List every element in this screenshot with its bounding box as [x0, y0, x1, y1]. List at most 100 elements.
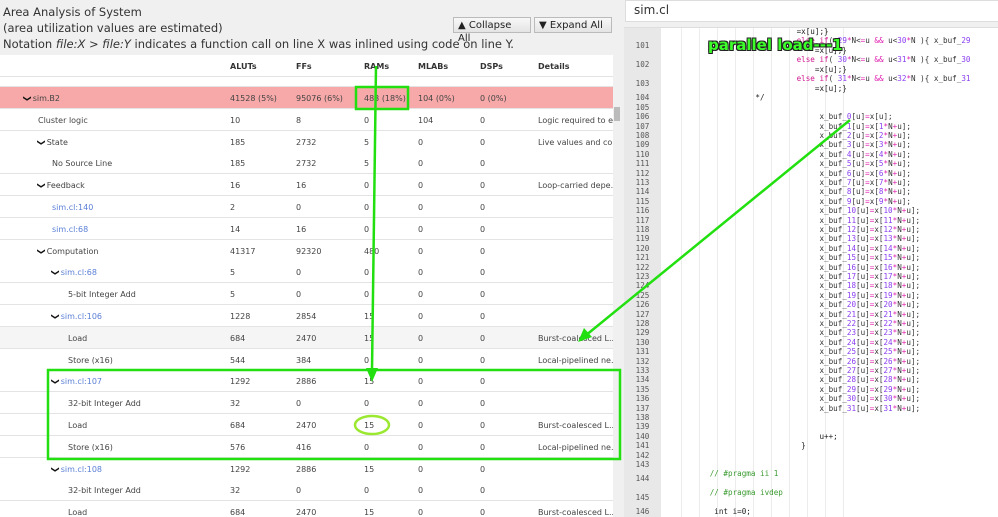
expand-all-button[interactable]: ▼ Expand All [534, 17, 612, 33]
column-header[interactable]: RAMs [364, 62, 389, 71]
table-row[interactable]: ❯sim.B2 41528 (5%) 95076 (6%) 483 (18%) 104 … [0, 87, 613, 109]
collapse-all-button[interactable]: ▲ Collapse All [453, 17, 531, 44]
code-text: x_buf_28[u]=x[28*N+u]; [664, 375, 921, 385]
cell-aluts: 1292 [230, 377, 251, 387]
row-name[interactable]: sim.cl:68 [52, 225, 88, 234]
code-text-wrapped: =x[u];} [664, 83, 847, 93]
line-number: 111 [635, 159, 650, 169]
cell-mlabs: 0 [418, 442, 424, 452]
table-row[interactable]: ❯State 185 2732 5 0 0 Live values and co... [0, 130, 613, 153]
cell-ffs: 0 [296, 486, 302, 496]
row-name[interactable]: sim.cl:140 [52, 203, 93, 212]
column-header[interactable]: ALUTs [230, 62, 257, 71]
column-header[interactable]: Details [538, 62, 570, 71]
column-header[interactable]: MLABs [418, 62, 448, 71]
row-name[interactable]: ❯sim.cl:106 [51, 312, 102, 321]
cell-details: Logic required to e... [538, 115, 613, 125]
table-row[interactable]: 5-bit Integer Add 5 0 0 0 0 [0, 283, 613, 306]
table-row[interactable]: Load 684 2470 15 0 0 Burst-coalesced L... [0, 501, 613, 517]
chevron-down-icon[interactable]: ❯ [51, 270, 60, 277]
notation-file-x: file:X [55, 37, 86, 51]
row-name: Load [68, 508, 87, 517]
cell-dsps: 0 [480, 421, 486, 430]
line-number: 120 [635, 243, 650, 253]
row-name[interactable]: ❯Feedback [37, 181, 85, 190]
cell-mlabs: 104 [418, 115, 434, 125]
cell-dsps: 0 [480, 115, 486, 125]
table-row[interactable]: ❯sim.cl:68 5 0 0 0 0 [0, 261, 613, 284]
code-text: x_buf_4[u]=x[4*N+u]; [664, 149, 911, 159]
row-name[interactable]: ❯sim.B2 [23, 94, 60, 103]
table-scrollbar[interactable] [613, 55, 622, 517]
cell-rams: 5 [364, 137, 370, 147]
source-link[interactable]: sim.cl:108 [61, 465, 102, 474]
line-number: 129 [635, 328, 650, 338]
cell-ffs: 0 [296, 399, 302, 409]
line-number: 131 [635, 347, 650, 357]
line-number: 126 [635, 300, 650, 310]
cell-ffs: 384 [296, 355, 312, 365]
table-row[interactable]: ❯Computation 41317 92320 480 0 0 [0, 239, 613, 262]
table-row[interactable]: 32-bit Integer Add 32 0 0 0 0 [0, 479, 613, 502]
line-number: 130 [635, 337, 650, 347]
cell-mlabs: 0 [418, 181, 424, 191]
table-row[interactable]: sim.cl:68 14 16 0 0 0 [0, 217, 613, 240]
source-link[interactable]: sim.cl:107 [61, 377, 102, 386]
row-name[interactable]: ❯sim.cl:107 [51, 377, 102, 386]
line-number: 105 [635, 102, 650, 112]
table-row[interactable]: sim.cl:140 2 0 0 0 0 [0, 196, 613, 218]
source-link[interactable]: sim.cl:106 [61, 312, 102, 321]
cell-dsps: 0 [480, 486, 486, 496]
row-name[interactable]: ❯sim.cl:68 [51, 268, 97, 277]
line-number: 139 [635, 422, 650, 432]
table-row[interactable]: Store (x16) 544 384 0 0 0 Local-pipelined ne..… [0, 348, 613, 371]
line-number: 121 [635, 253, 650, 263]
chevron-down-icon: ▼ [539, 20, 547, 31]
table-row[interactable]: Load 684 2470 15 0 0 Burst-coalesced L... [0, 326, 613, 349]
cell-ffs: 2732 [296, 137, 317, 147]
table-row[interactable]: No Source Line 185 2732 5 0 0 [0, 152, 613, 175]
row-label: No Source Line [52, 159, 113, 169]
line-number: 102 [635, 60, 650, 70]
row-name[interactable]: ❯sim.cl:108 [51, 465, 102, 474]
table-row[interactable]: Load 684 2470 15 0 0 Burst-coalesced L... [0, 414, 613, 436]
code-editor[interactable]: =x[u];} 101 else if( 29*N<=u && u<30*N ){… [624, 27, 998, 517]
row-name[interactable]: ❯State [37, 138, 68, 147]
row-name[interactable]: ❯Computation [37, 247, 99, 256]
chevron-down-icon[interactable]: ❯ [37, 248, 46, 255]
source-link[interactable]: sim.cl:140 [52, 203, 93, 212]
line-number: 127 [635, 309, 650, 319]
table-row[interactable]: ❯sim.cl:107 1292 2886 15 0 0 [0, 370, 613, 393]
chevron-down-icon[interactable]: ❯ [51, 313, 60, 320]
table-row[interactable]: ❯sim.cl:108 1292 2886 15 0 0 [0, 457, 613, 480]
line-number: 146 [635, 507, 650, 517]
line-number: 135 [635, 384, 650, 394]
source-file-tab[interactable]: sim.cl [625, 0, 998, 22]
column-header[interactable]: FFs [296, 62, 312, 71]
line-number: 122 [635, 262, 650, 272]
table-row[interactable]: Store (x16) 576 416 0 0 0 Local-pipelined ne..… [0, 435, 613, 458]
table-row[interactable]: ❯Feedback 16 16 0 0 0 Loop-carried depe... [0, 174, 613, 197]
code-text-wrapped: =x[u];} [664, 64, 847, 74]
chevron-down-icon[interactable]: ❯ [51, 466, 60, 473]
line-number: 118 [635, 225, 650, 234]
cell-dsps: 0 [480, 442, 486, 452]
table-row[interactable]: 32-bit Integer Add 32 0 0 0 0 [0, 392, 613, 415]
code-text: x_buf_14[u]=x[14*N+u]; [664, 243, 921, 253]
cell-aluts: 684 [230, 333, 246, 343]
source-link[interactable]: sim.cl:68 [61, 268, 97, 277]
source-link[interactable]: sim.cl:68 [52, 225, 88, 234]
scrollbar-thumb[interactable] [614, 107, 620, 121]
chevron-down-icon[interactable]: ❯ [23, 95, 32, 102]
chevron-down-icon[interactable]: ❯ [37, 182, 46, 189]
column-header[interactable]: DSPs [480, 62, 503, 71]
code-text: x_buf_15[u]=x[15*N+u]; [664, 253, 921, 263]
table-header: ALUTs FFs RAMs MLABs DSPs Details [0, 55, 613, 77]
table-row[interactable]: ❯sim.cl:106 1228 2854 15 0 0 [0, 305, 613, 327]
chevron-down-icon[interactable]: ❯ [37, 139, 46, 146]
line-number: 123 [635, 272, 650, 281]
table-row[interactable]: Cluster logic 10 8 0 104 0 Logic required to e… [0, 108, 613, 131]
chevron-down-icon[interactable]: ❯ [51, 379, 60, 386]
code-text: x_buf_27[u]=x[27*N+u]; [664, 366, 921, 375]
code-text: x_buf_16[u]=x[16*N+u]; [664, 262, 921, 272]
